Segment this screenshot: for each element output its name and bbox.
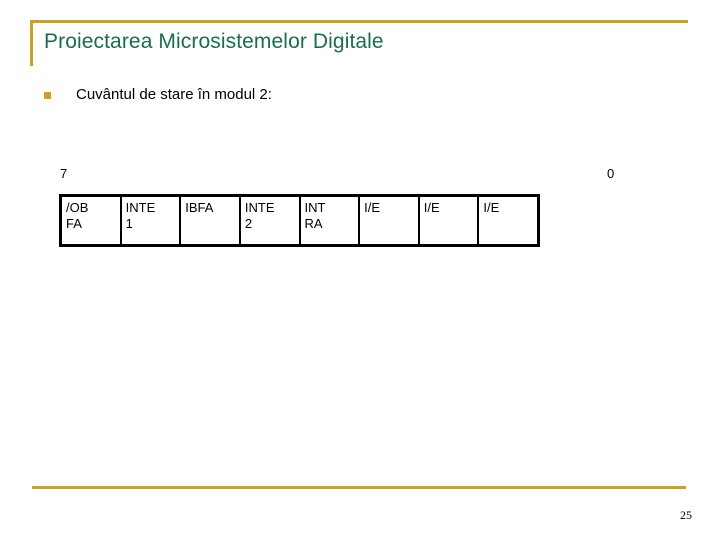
bullet-item: Cuvântul de stare în modul 2:: [44, 85, 272, 105]
square-bullet-icon: [44, 92, 51, 99]
page-title: Proiectarea Microsistemelor Digitale: [44, 30, 384, 53]
status-word-cell: I/E: [479, 197, 537, 244]
status-word-cell-line1: /OB: [66, 200, 89, 215]
status-word-cell: I/E: [420, 197, 480, 244]
status-word-cell: I/E: [360, 197, 420, 244]
header-top-rule: [30, 20, 688, 23]
status-word-cell-line2: FA: [66, 216, 82, 231]
status-word-cell: /OB FA: [62, 197, 122, 244]
slide: Proiectarea Microsistemelor Digitale Cuv…: [0, 0, 720, 540]
status-word-cell: IBFA: [181, 197, 241, 244]
status-word-diagram: /OB FA INTE 1 IBFA INTE 2 INT RA I/E I/E: [59, 194, 540, 247]
status-word-cell: INTE 1: [122, 197, 182, 244]
status-word-cell-line1: IBFA: [185, 200, 214, 215]
status-word-cell-line2: 2: [244, 216, 253, 231]
status-word-cell-line2: 1: [125, 216, 133, 231]
status-word-cell-line1: I/E: [483, 200, 500, 215]
status-word-cell-line1: INT: [304, 200, 326, 215]
page-number: 25: [680, 508, 692, 522]
status-word-cell: INTE 2: [241, 197, 301, 244]
status-word-cell-line1: INTE: [244, 200, 275, 215]
bit-index-msb-label: 7: [60, 166, 68, 181]
footer-rule: [32, 486, 686, 489]
status-word-cell-line2: RA: [304, 216, 323, 231]
status-word-cell-line1: I/E: [364, 200, 381, 215]
bullet-item-label: Cuvântul de stare în modul 2:: [76, 86, 272, 103]
header-left-accent-bar: [30, 20, 33, 66]
bit-index-lsb-label: 0: [607, 166, 615, 181]
status-word-cell-line1: I/E: [423, 200, 440, 215]
status-word-cell-line1: INTE: [125, 200, 156, 215]
status-word-cell: INT RA: [301, 197, 361, 244]
